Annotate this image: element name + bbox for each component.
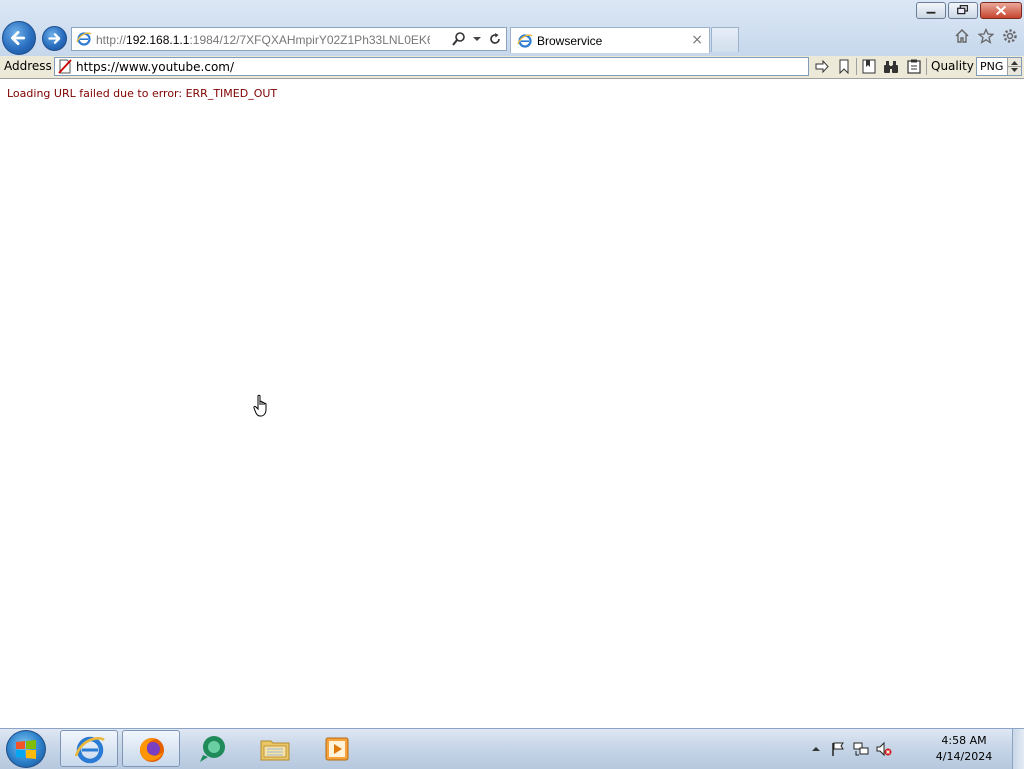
ie-logo-icon (517, 34, 533, 48)
taskbar: 4:58 AM 4/14/2024 (0, 728, 1024, 769)
settings-gear-icon[interactable] (1002, 28, 1018, 44)
folder-icon (260, 740, 290, 761)
minimize-button[interactable] (916, 2, 946, 19)
hand-cursor-icon (253, 394, 267, 417)
quality-spinner[interactable] (1007, 58, 1021, 75)
tab-close-icon[interactable]: × (691, 32, 703, 48)
quality-select[interactable]: PNG (976, 57, 1022, 76)
address-label: Address (4, 59, 52, 73)
toolbar-separator (926, 58, 927, 75)
toolbar-separator (856, 58, 857, 75)
home-icon[interactable] (954, 28, 970, 44)
bookmark-icon (839, 59, 849, 74)
page-content[interactable]: Loading URL failed due to error: ERR_TIM… (0, 79, 1024, 728)
restore-button[interactable] (948, 2, 978, 19)
quality-label: Quality (931, 59, 974, 73)
ie-logo-icon (76, 32, 92, 46)
browser-title-bar: http://192.168.1.1:1984/12/7XFQXAHmpirY0… (0, 0, 1024, 56)
firefox-icon (140, 738, 164, 762)
bookmark-button[interactable] (835, 58, 853, 75)
taskbar-chat-app-button[interactable] (184, 730, 242, 767)
start-button[interactable] (6, 730, 46, 768)
browser-url-bar[interactable]: http://192.168.1.1:1984/12/7XFQXAHmpirY0… (71, 27, 507, 51)
chat-bubble-icon (200, 736, 225, 762)
clock-time: 4:58 AM (941, 734, 987, 747)
taskbar-media-player-button[interactable] (308, 730, 366, 767)
refresh-icon[interactable] (488, 31, 502, 47)
clipboard-button[interactable] (905, 58, 923, 75)
address-input[interactable]: https://www.youtube.com/ (54, 57, 809, 76)
media-player-icon (325, 737, 349, 761)
go-arrow-icon (815, 59, 829, 74)
search-icon[interactable] (452, 31, 466, 47)
clipboard-icon (907, 59, 921, 74)
binoculars-icon (884, 61, 898, 73)
close-window-button[interactable] (980, 2, 1022, 19)
window-controls (916, 2, 1022, 19)
find-button[interactable] (882, 58, 900, 75)
volume-muted-icon[interactable] (876, 741, 892, 757)
go-button[interactable] (813, 58, 831, 75)
back-button[interactable] (2, 21, 36, 55)
tab-title: Browservice (537, 34, 603, 48)
error-message: Loading URL failed due to error: ERR_TIM… (7, 87, 278, 100)
ie-logo-icon (74, 736, 105, 764)
tab-browservice[interactable]: Browservice × (510, 27, 710, 53)
clock[interactable]: 4:58 AM 4/14/2024 (934, 733, 994, 765)
quality-value: PNG (980, 60, 1004, 73)
bookmarks-list-icon (862, 59, 876, 74)
show-desktop-button[interactable] (1012, 729, 1024, 769)
arrow-right-icon (48, 33, 61, 44)
action-center-flag-icon[interactable] (830, 741, 846, 757)
windows-logo-icon (16, 740, 36, 759)
dropdown-arrow-icon[interactable] (470, 31, 484, 47)
system-tray: 4:58 AM 4/14/2024 (794, 729, 994, 769)
taskbar-firefox-button[interactable] (122, 730, 180, 767)
spinner-arrows-icon (1008, 61, 1021, 72)
browser-url-text[interactable]: http://192.168.1.1:1984/12/7XFQXAHmpirY0… (96, 33, 430, 47)
show-hidden-icons-icon[interactable] (808, 741, 824, 757)
favorites-star-icon[interactable] (977, 27, 995, 44)
taskbar-explorer-button[interactable] (246, 730, 304, 767)
forward-button[interactable] (42, 26, 67, 51)
arrow-left-icon (11, 30, 26, 46)
bookmarks-list-button[interactable] (860, 58, 878, 75)
address-toolbar: Address https://www.youtube.com/ Quality… (0, 56, 1024, 79)
network-icon[interactable] (853, 741, 869, 757)
taskbar-ie-button[interactable] (60, 730, 118, 767)
clock-date: 4/14/2024 (935, 750, 993, 763)
page-error-icon (58, 59, 72, 74)
new-tab-button[interactable] (711, 27, 739, 52)
address-value: https://www.youtube.com/ (76, 60, 235, 74)
